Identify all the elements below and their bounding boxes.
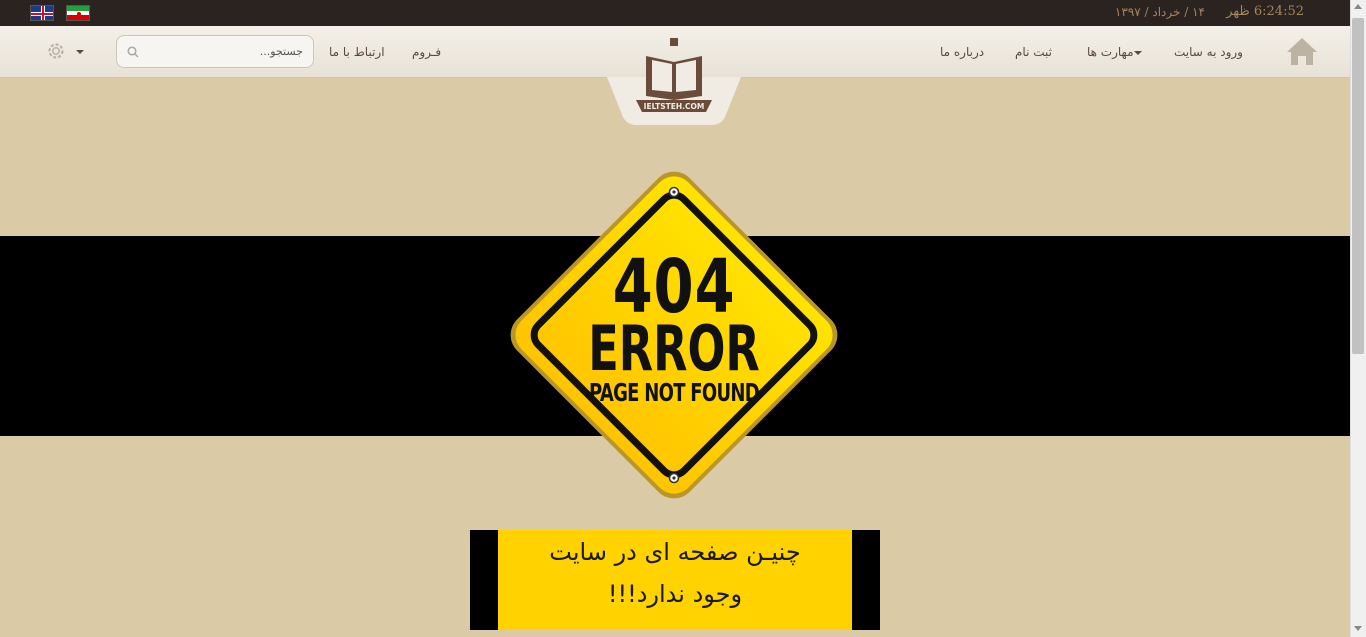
english-flag-icon[interactable] [30, 5, 54, 21]
chevron-down-icon [1133, 50, 1142, 55]
logo-text: IELTSTEH.COM [644, 102, 705, 111]
error-message-line-1: چنیـن صفحه ای در سایت [549, 538, 801, 566]
nav-register[interactable]: ثبت نام [1015, 45, 1052, 59]
nav-skills-label: مهارت ها [1087, 45, 1134, 59]
scrollbar-thumb[interactable] [1352, 18, 1364, 354]
nav-skills[interactable]: مهارت ها [1087, 45, 1145, 59]
scroll-up-icon[interactable] [1354, 4, 1362, 9]
search-placeholder: جستجو... [259, 45, 303, 58]
nav-forum[interactable]: فـروم [412, 45, 441, 59]
error-subtitle: PAGE NOT FOUND [589, 378, 760, 407]
nav-contact[interactable]: ارتباط با ما [329, 45, 385, 59]
error-message-line-2: وجود ندارد!!! [607, 580, 743, 608]
current-date: ۱۴ / خرداد / ۱۳۹۷ [1114, 5, 1205, 19]
iran-flag-icon[interactable] [66, 5, 90, 21]
error-title: ERROR [588, 312, 760, 385]
nav-login[interactable]: ورود به سایت [1174, 45, 1243, 59]
nav-about[interactable]: درباره ما [940, 45, 984, 59]
gear-icon[interactable] [46, 41, 66, 61]
scroll-down-icon[interactable] [1354, 626, 1362, 631]
top-bar: ۱۴ / خرداد / ۱۳۹۷ 6:24:52 ظهر [0, 0, 1350, 26]
home-icon[interactable] [1285, 35, 1319, 67]
search-input[interactable]: جستجو... [116, 35, 314, 68]
settings-dropdown-icon[interactable] [76, 50, 84, 54]
site-logo[interactable]: IELTSTEH.COM [632, 38, 716, 118]
search-icon[interactable] [127, 46, 139, 58]
current-time: 6:24:52 ظهر [1226, 4, 1304, 19]
